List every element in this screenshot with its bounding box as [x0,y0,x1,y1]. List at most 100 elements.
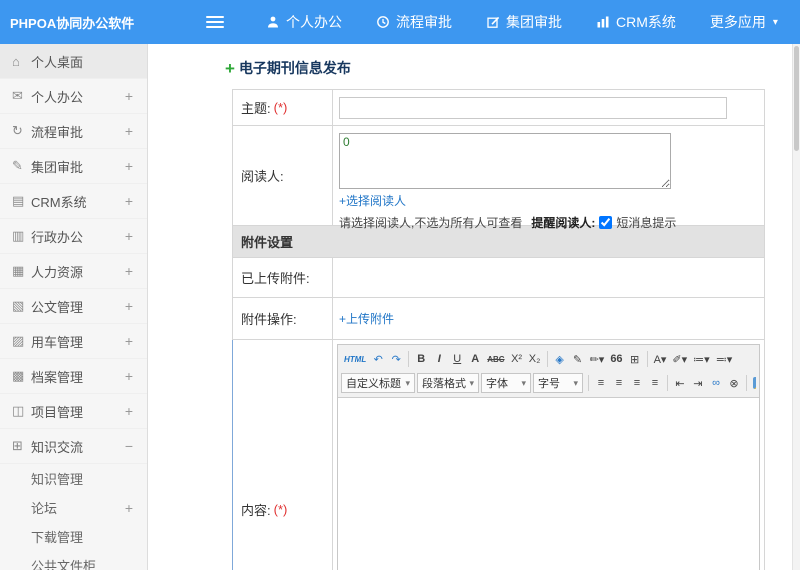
sidebar-item-admin-office[interactable]: ▥ 行政办公 + [0,219,147,254]
font-button[interactable]: A [466,349,484,369]
subject-row: 主题: (*) [232,90,765,126]
nav-workflow-approval[interactable]: 流程审批 [376,12,452,32]
outdent-button[interactable]: ⇤ [671,373,689,393]
publish-form: 主题: (*) 阅读人: 0 +选择阅读人 请选择阅读人,不选为所有人可查看 提… [232,89,765,570]
sidebar-item-group-approval[interactable]: ✎ 集团审批 + [0,149,147,184]
sidebar-item-hr[interactable]: ▦ 人力资源 + [0,254,147,289]
expand-icon[interactable]: + [125,228,133,244]
strikethrough-button[interactable]: ABC [484,349,507,369]
nav-label: CRM系统 [616,14,676,30]
expand-icon[interactable]: + [125,333,133,349]
editor-content-area[interactable] [338,398,759,570]
align-right-button[interactable]: ≡ [628,373,646,393]
expand-icon[interactable]: + [125,123,133,139]
sms-checkbox[interactable] [599,216,613,229]
font-color-button[interactable]: A▾ [651,349,670,369]
nav-label: 集团审批 [506,14,562,30]
undo-button[interactable]: ↶ [369,349,387,369]
align-center-button[interactable]: ≡ [610,373,628,393]
sidebar-item-personal-office[interactable]: ✉ 个人办公 + [0,79,147,114]
sidebar-item-public-file-cabinet[interactable]: 公共文件柜 [0,551,147,570]
toolbar-separator [646,351,648,367]
subject-input[interactable] [339,96,727,119]
app-window: PHPOA协同办公软件 个人办公 流程审批 集团审批 CRM系统 更多应用 ▾ … [0,0,800,570]
collapse-icon[interactable]: − [125,438,133,454]
link-button[interactable]: ∞ [707,373,725,393]
unlink-button[interactable]: ⊗ [725,373,743,393]
ordered-list-button[interactable]: ≔▾ [690,349,713,369]
expand-icon[interactable]: + [125,500,133,516]
html-source-button[interactable]: HTML [341,349,369,369]
sidebar-item-vehicle-mgmt[interactable]: ▨ 用车管理 + [0,324,147,359]
scrollbar-thumb[interactable] [794,46,799,151]
redo-button[interactable]: ↷ [387,349,405,369]
app-logo: PHPOA协同办公软件 [10,15,135,31]
remind-readers-label: 提醒阅读人: [531,216,596,230]
expand-icon[interactable]: + [125,403,133,419]
indent-button[interactable]: ⇥ [689,373,707,393]
paragraph-format-select[interactable]: 段落格式 ▾ [417,373,479,393]
sidebar-item-knowledge-mgmt[interactable]: 知识管理 [0,464,147,493]
nav-label: 流程审批 [396,14,452,30]
edit-icon [487,16,500,28]
workflow-icon: ↻ [12,123,23,138]
remove-format-button[interactable]: ◈ [551,349,569,369]
font-size-select[interactable]: 字号 ▾ [533,373,583,393]
sidebar-item-forum[interactable]: 论坛 + [0,493,147,522]
chevron-down-icon: ▾ [405,377,410,388]
blockquote-button[interactable]: 66 [607,349,625,369]
insert-image-button[interactable] [750,373,756,393]
unordered-list-button[interactable]: ≕▾ [713,349,736,369]
sidebar-item-archives-mgmt[interactable]: ▩ 档案管理 + [0,359,147,394]
sidebar-item-knowledge-exchange[interactable]: ⊞ 知识交流 − [0,429,147,464]
align-justify-button[interactable]: ≡ [646,373,664,393]
nav-more-apps[interactable]: 更多应用 ▾ [710,12,778,32]
align-left-button[interactable]: ≡ [592,373,610,393]
readers-label: 阅读人: [233,126,333,225]
highlight-button[interactable]: ✏▾ [587,349,608,369]
clock-icon [377,16,389,28]
nav-crm[interactable]: CRM系统 [596,12,676,32]
italic-button[interactable]: I [430,349,448,369]
format-painter-button[interactable]: ✎ [569,349,587,369]
chevron-down-icon: ▾ [469,377,474,388]
vertical-scrollbar[interactable] [792,44,800,570]
folder-icon: ▩ [12,368,25,383]
expand-icon[interactable]: + [125,263,133,279]
superscript-button[interactable]: X² [508,349,526,369]
sidebar-item-project-mgmt[interactable]: ◫ 项目管理 + [0,394,147,429]
sidebar-item-desktop[interactable]: ⌂ 个人桌面 [0,44,147,79]
chart-icon: ▤ [12,193,25,208]
sidebar-item-document-mgmt[interactable]: ▧ 公文管理 + [0,289,147,324]
expand-icon[interactable]: + [125,88,133,104]
expand-icon[interactable]: + [125,368,133,384]
subscript-button[interactable]: X₂ [526,349,544,369]
nav-personal-office[interactable]: 个人办公 [266,12,342,32]
attachment-op-label: 附件操作: [233,298,333,339]
nav-group-approval[interactable]: 集团审批 [486,12,562,32]
expand-icon[interactable]: + [125,193,133,209]
document-icon: ▧ [12,298,25,313]
sidebar-item-download-mgmt[interactable]: 下载管理 [0,522,147,551]
home-icon: ⌂ [12,53,20,69]
readers-row: 阅读人: 0 +选择阅读人 请选择阅读人,不选为所有人可查看 提醒阅读人: 短消… [232,126,765,230]
underline-button[interactable]: U [448,349,466,369]
bold-button[interactable]: B [412,349,430,369]
background-color-button[interactable]: ✐▾ [669,349,690,369]
readers-textarea[interactable]: 0 [339,133,671,189]
sidebar: ⌂ 个人桌面 ✉ 个人办公 + ↻ 流程审批 + ✎ 集团审批 + ▤ CRM系… [0,44,148,570]
uploaded-label: 已上传附件: [233,258,333,297]
sidebar-item-crm[interactable]: ▤ CRM系统 + [0,184,147,219]
font-family-select[interactable]: 字体 ▾ [481,373,531,393]
upload-attachment-link[interactable]: +上传附件 [339,310,394,327]
chevron-down-icon: ▾ [521,377,526,388]
menu-icon[interactable] [206,16,224,28]
expand-icon[interactable]: + [125,298,133,314]
person-icon [268,16,278,28]
sidebar-item-workflow-approval[interactable]: ↻ 流程审批 + [0,114,147,149]
toolbar-separator [408,351,410,367]
emotion-button[interactable]: ⊞ [626,349,644,369]
expand-icon[interactable]: + [125,158,133,174]
style-select[interactable]: 自定义标题 ▾ [341,373,415,393]
select-readers-link[interactable]: +选择阅读人 [339,194,406,208]
